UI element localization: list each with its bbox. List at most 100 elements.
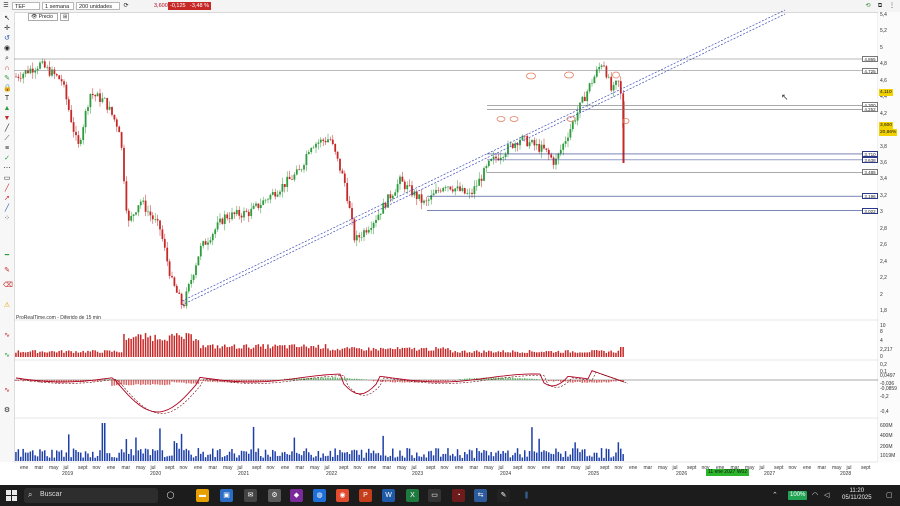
year-tick-label: 2023: [412, 471, 424, 477]
candle-body: [147, 211, 149, 213]
macd-tick-label: -0,2: [880, 394, 889, 400]
volume2-bar: [617, 442, 620, 461]
macd-hist-bar: [598, 380, 600, 383]
candle-body: [159, 220, 161, 230]
prorealtime-icon[interactable]: ◔: [452, 489, 465, 502]
edge-icon[interactable]: ◍: [313, 489, 326, 502]
candle-body: [603, 65, 605, 67]
candle-body: [70, 109, 73, 123]
taskbar-search[interactable]: ⌕ Buscar: [24, 488, 158, 503]
volume2-bar: [202, 451, 204, 461]
camera-icon[interactable]: ▭: [428, 489, 441, 502]
month-tick-label: ene: [629, 465, 638, 471]
macd-hist-bar: [180, 380, 183, 383]
macd-hist-bar: [15, 380, 17, 381]
macd-hist-bar: [516, 378, 519, 380]
volume2-bar: [610, 457, 612, 461]
volume2-bar: [116, 457, 118, 461]
volume-bar: [420, 348, 423, 357]
volume-bar: [238, 348, 240, 357]
volume2-bar: [440, 456, 442, 461]
candle-body: [247, 211, 250, 217]
volume-bar: [240, 348, 243, 357]
word-icon[interactable]: W: [382, 489, 395, 502]
volume-icon[interactable]: ◁: [824, 491, 829, 499]
volume-bar: [72, 352, 75, 357]
chart-app-icon[interactable]: ∥: [520, 489, 533, 502]
year-tick-label: 2019: [62, 471, 74, 477]
volume2-bar: [437, 448, 440, 461]
volume2-bar: [99, 450, 101, 461]
volume2-bar: [130, 449, 132, 461]
excel-icon[interactable]: X: [406, 489, 419, 502]
month-tick-label: nov: [614, 465, 623, 471]
volume2-bar: [27, 452, 29, 461]
volume2-bar: [58, 451, 60, 461]
macd-hist-bar: [200, 380, 202, 381]
volume-bar: [286, 348, 288, 357]
volume-bar: [473, 351, 476, 357]
price-scale[interactable]: 5,45,254,84,64,44,243,83,63,43,232,82,62…: [878, 12, 900, 462]
volume-bar: [377, 350, 380, 357]
powerpoint-icon[interactable]: P: [359, 489, 372, 502]
volume-bar: [34, 350, 36, 357]
candle-body: [235, 209, 238, 215]
macd-hist-bar: [572, 380, 574, 383]
volume2-bar: [368, 448, 370, 461]
volume-bar: [471, 352, 473, 357]
candle-body: [379, 213, 382, 215]
volume-bar: [392, 349, 394, 357]
candle-body: [279, 191, 281, 195]
candle-body: [317, 142, 320, 144]
volume2-bar: [113, 457, 116, 461]
volume-bar: [149, 335, 152, 357]
chrome-icon[interactable]: ◉: [336, 489, 349, 502]
battery-indicator[interactable]: 100%: [788, 491, 808, 500]
clock[interactable]: 11:20 05/11/2025: [842, 488, 872, 502]
candle-body: [67, 99, 70, 110]
volume2-bar: [77, 451, 80, 461]
remote-icon[interactable]: ⇆: [474, 489, 487, 502]
volume-bar: [250, 348, 252, 357]
wifi-icon[interactable]: ◠: [812, 491, 818, 499]
macd-hist-bar: [147, 380, 149, 385]
price-chart[interactable]: ↖: [0, 0, 900, 485]
volume-bar: [195, 339, 197, 357]
volume-bar: [111, 351, 113, 357]
pen-app-icon[interactable]: ✎: [497, 489, 510, 502]
year-tick-label: 2027: [764, 471, 776, 477]
volume2-bar: [65, 452, 68, 461]
volume2-bar: [459, 455, 461, 461]
volume-bar: [591, 350, 593, 357]
price-tick-label: 4,8: [880, 61, 887, 68]
teams-icon[interactable]: ◆: [290, 489, 303, 502]
tray-chevron-icon[interactable]: ⌃: [772, 491, 778, 499]
volume-bar: [269, 348, 272, 357]
volume2-bar: [284, 451, 286, 461]
app-icon[interactable]: ⚙: [268, 489, 281, 502]
candle-body: [480, 178, 483, 181]
candle-body: [75, 131, 77, 136]
volume2-bar: [533, 451, 536, 461]
volume-bar: [27, 352, 29, 357]
price-tick-label: 2,6: [880, 242, 887, 249]
store-icon[interactable]: ▣: [220, 489, 233, 502]
mail-icon[interactable]: ✉: [244, 489, 257, 502]
volume2-bar: [584, 449, 586, 461]
file-explorer-icon[interactable]: ▬: [196, 489, 209, 502]
macd-hist-bar: [336, 377, 339, 380]
volume2-bar: [543, 450, 545, 461]
price-tick-label: 2: [880, 291, 883, 298]
volume-bar: [368, 347, 370, 357]
task-view-icon[interactable]: ◯: [164, 489, 177, 502]
windows-start-icon[interactable]: [6, 490, 17, 501]
volume-bar: [94, 350, 96, 357]
notifications-icon[interactable]: ▢: [886, 491, 893, 499]
volume-bar: [252, 347, 255, 357]
month-tick-label: ene: [20, 465, 29, 471]
volume-bar: [56, 352, 58, 357]
signal-line: [19, 371, 629, 414]
macd-hist-bar: [111, 380, 113, 386]
candle-body: [358, 235, 361, 238]
volume-bar: [320, 348, 322, 357]
